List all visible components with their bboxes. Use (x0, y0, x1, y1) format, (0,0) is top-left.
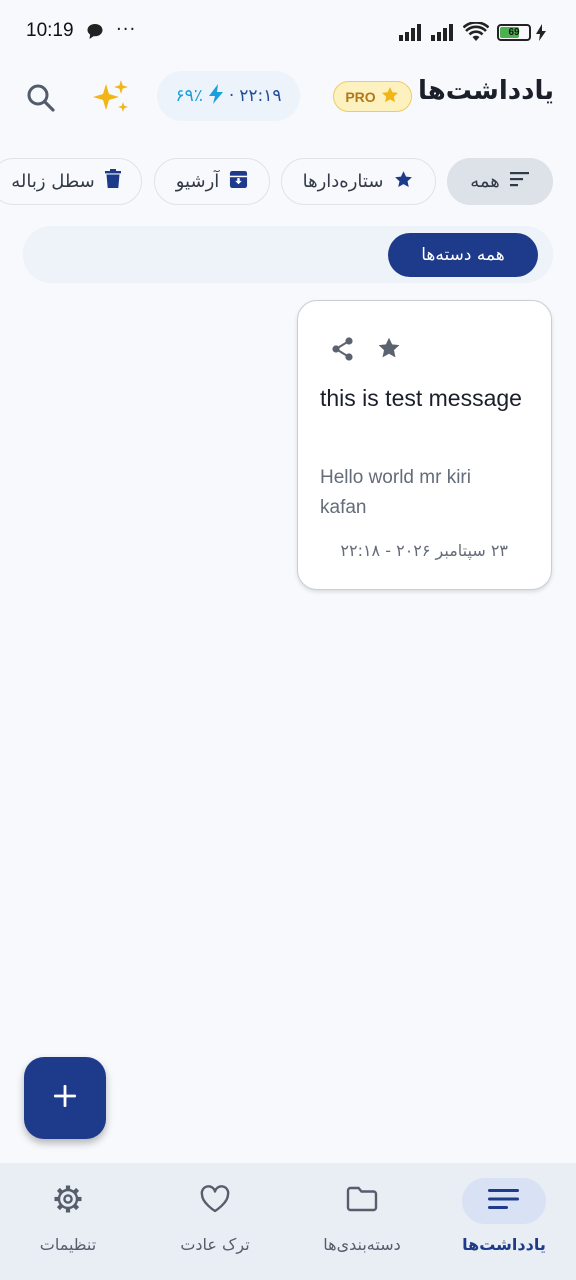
filter-chip-trash[interactable]: سطل زباله (0, 158, 142, 205)
filter-chip-label: همه (470, 171, 500, 192)
timer-percent: ۶۹٪ (175, 86, 203, 106)
star-icon (393, 169, 414, 195)
plus-icon (53, 1084, 77, 1112)
pro-badge[interactable]: PRO (333, 81, 412, 112)
signal-icon (399, 24, 425, 45)
filter-chip-label: ستاره‌دارها (302, 171, 384, 192)
filter-chip-all[interactable]: همه (447, 158, 553, 205)
nav-label: یادداشت‌ها (462, 1235, 546, 1254)
chat-bubble-icon (86, 23, 104, 44)
ai-sparkle-icon[interactable] (92, 78, 132, 120)
nav-icon-pill (173, 1178, 257, 1224)
folder-icon (346, 1186, 378, 1216)
nav-icon-pill (320, 1178, 404, 1224)
nav-habits[interactable]: ترک عادت (143, 1163, 287, 1280)
nav-categories[interactable]: دسته‌بندی‌ها (290, 1163, 434, 1280)
share-icon[interactable] (331, 336, 355, 366)
archive-icon (229, 170, 248, 194)
star-icon[interactable] (376, 335, 402, 365)
note-body: Hello world mr kiri kafan (320, 467, 471, 518)
trash-icon (104, 169, 121, 194)
search-icon[interactable] (25, 82, 57, 118)
bottom-nav: یادداشت‌ها دسته‌بندی‌ها ترک عادت (0, 1163, 576, 1280)
nav-label: دسته‌بندی‌ها (323, 1235, 401, 1254)
bolt-icon (208, 83, 224, 109)
nav-icon-pill (26, 1178, 110, 1224)
timer-time: ۲۲:۱۹ (239, 86, 282, 106)
add-note-button[interactable] (24, 1057, 106, 1139)
status-time: 10:19 (26, 20, 74, 41)
note-card[interactable]: this is test message Hello world mr kiri… (297, 300, 552, 590)
focus-timer[interactable]: ۶۹٪ · ۲۲:۱۹ (157, 71, 300, 121)
status-bar: 10:19 ··· 69 (0, 0, 576, 64)
more-status-icon: ··· (116, 19, 137, 40)
sort-lines-icon (509, 171, 530, 192)
timer-separator: · (228, 86, 235, 106)
pro-label: PRO (345, 88, 376, 105)
notes-lines-icon (488, 1188, 520, 1214)
note-title: this is test message (320, 385, 522, 411)
nav-icon-pill (462, 1178, 546, 1224)
nav-label: ترک عادت (180, 1235, 250, 1254)
battery-icon: 69 (497, 24, 531, 41)
nav-label: تنظیمات (39, 1235, 97, 1254)
nav-settings[interactable]: تنظیمات (0, 1163, 140, 1280)
charging-icon (536, 24, 546, 45)
signal-icon-2 (431, 24, 457, 45)
category-all-button[interactable]: همه دسته‌ها (388, 233, 538, 277)
gear-icon (52, 1183, 84, 1219)
filter-chip-starred[interactable]: ستاره‌دارها (281, 158, 436, 205)
filter-chips: همه ستاره‌دارها آرشیو سطل زباله (0, 158, 576, 206)
nav-notes[interactable]: یادداشت‌ها (432, 1163, 576, 1280)
battery-level: 69 (508, 27, 520, 38)
category-bar: همه دسته‌ها (23, 226, 553, 283)
star-icon (380, 85, 400, 109)
note-date: ۲۳ سپتامبر ۲۰۲۶ - ۲۲:۱۸ (340, 541, 508, 560)
filter-chip-label: آرشیو (175, 171, 220, 192)
filter-chip-archive[interactable]: آرشیو (154, 158, 270, 205)
filter-chip-label: سطل زباله (11, 171, 95, 192)
heart-icon (199, 1185, 231, 1217)
page-title: یادداشت‌ها (417, 76, 554, 106)
wifi-icon (462, 21, 490, 46)
